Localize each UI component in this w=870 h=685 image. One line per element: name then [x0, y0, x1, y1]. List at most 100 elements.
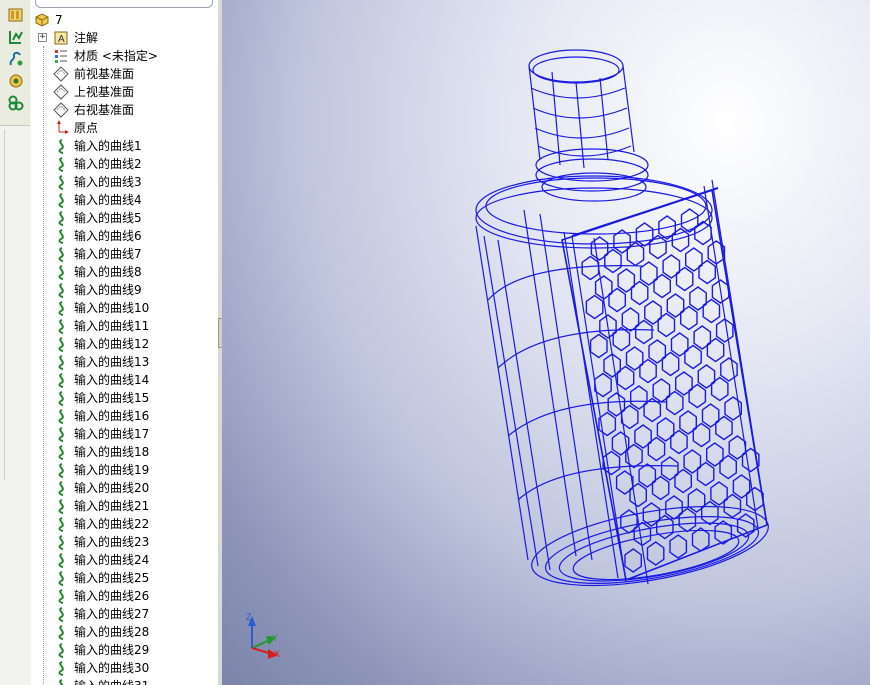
- honeycomb-cell: [698, 259, 716, 285]
- tree-item-label: 输入的曲线31: [74, 678, 149, 685]
- tree-item-label: 上视基准面: [74, 85, 135, 99]
- curve-icon: [58, 247, 64, 262]
- honeycomb-cell: [701, 500, 719, 526]
- shoulder-inner-rim: [485, 177, 707, 235]
- tree-item-33[interactable]: 输入的曲线27: [31, 605, 218, 623]
- tree-root-part[interactable]: 7: [31, 11, 218, 29]
- honeycomb-cell: [723, 493, 742, 519]
- origin-icon: [57, 120, 69, 134]
- curve-icon: [58, 427, 64, 442]
- tree-item-30[interactable]: 输入的曲线24: [31, 551, 218, 569]
- expand-toggle-icon[interactable]: +: [38, 33, 47, 42]
- feature-manager-icon[interactable]: [7, 6, 25, 24]
- display-manager-icon[interactable]: [7, 94, 25, 112]
- tree-item-label: 输入的曲线16: [74, 409, 150, 423]
- honeycomb-cell: [675, 266, 694, 292]
- tree-item-34[interactable]: 输入的曲线28: [31, 623, 218, 641]
- tree-item-label: 输入的曲线9: [74, 283, 142, 297]
- collar-bottom-rim: [535, 158, 649, 192]
- curve-icon: [58, 337, 64, 352]
- honeycomb-cell: [594, 372, 612, 398]
- honeycomb-cell: [639, 358, 657, 384]
- tree-item-2[interactable]: 材质 <未指定>: [31, 47, 218, 65]
- tree-item-10[interactable]: 输入的曲线4: [31, 191, 218, 209]
- tree-item-label: 输入的曲线11: [74, 319, 150, 333]
- body-left-edge: [475, 225, 551, 571]
- tree-item-label: 输入的曲线27: [74, 607, 150, 621]
- tree-filter-box[interactable]: [35, 0, 213, 8]
- tree-item-27[interactable]: 输入的曲线21: [31, 497, 218, 515]
- tree-item-16[interactable]: 输入的曲线10: [31, 299, 218, 317]
- honeycomb-cell: [669, 534, 688, 559]
- tree-item-26[interactable]: 输入的曲线20: [31, 479, 218, 497]
- tree-item-4[interactable]: 上视基准面: [31, 83, 218, 101]
- tree-item-18[interactable]: 输入的曲线12: [31, 335, 218, 353]
- tree-item-24[interactable]: 输入的曲线18: [31, 443, 218, 461]
- tree-item-28[interactable]: 输入的曲线22: [31, 515, 218, 533]
- tree-item-15[interactable]: 输入的曲线9: [31, 281, 218, 299]
- triad-y-label: Y: [272, 633, 278, 643]
- tree-item-label: 输入的曲线22: [74, 517, 150, 531]
- tree-item-12[interactable]: 输入的曲线6: [31, 227, 218, 245]
- tree-item-6[interactable]: 原点: [31, 119, 218, 137]
- tree-item-label: 输入的曲线3: [74, 175, 142, 189]
- tree-item-31[interactable]: 输入的曲线25: [31, 569, 218, 587]
- tree-item-21[interactable]: 输入的曲线15: [31, 389, 218, 407]
- property-manager-icon[interactable]: [7, 28, 25, 46]
- tree-item-7[interactable]: 输入的曲线1: [31, 137, 218, 155]
- tree-item-22[interactable]: 输入的曲线16: [31, 407, 218, 425]
- svg-text:A: A: [58, 34, 65, 45]
- tree-item-25[interactable]: 输入的曲线19: [31, 461, 218, 479]
- curve-icon: [58, 229, 64, 244]
- tree-item-13[interactable]: 输入的曲线7: [31, 245, 218, 263]
- tree-item-17[interactable]: 输入的曲线11: [31, 317, 218, 335]
- base-rim-2: [544, 516, 760, 584]
- tree-item-20[interactable]: 输入的曲线14: [31, 371, 218, 389]
- tree-item-11[interactable]: 输入的曲线5: [31, 209, 218, 227]
- curve-icon: [58, 319, 64, 334]
- tree-item-3[interactable]: 前视基准面: [31, 65, 218, 83]
- tree-item-36[interactable]: 输入的曲线30: [31, 659, 218, 677]
- neck-top-rim: [528, 49, 624, 83]
- tree-item-5[interactable]: 右视基准面: [31, 101, 218, 119]
- honeycomb-cell: [661, 351, 680, 377]
- tree-item-1[interactable]: + A 注解: [31, 29, 218, 47]
- tree-item-label: 输入的曲线21: [74, 499, 150, 513]
- bottle-wireframe-model: Z Y X: [246, 49, 769, 659]
- graphics-viewport[interactable]: Z Y X: [222, 0, 870, 685]
- honeycomb-cell: [653, 273, 671, 299]
- honeycomb-cell: [720, 357, 738, 382]
- dimxpert-icon[interactable]: [7, 72, 25, 90]
- curve-icon: [58, 643, 64, 658]
- tree-item-29[interactable]: 输入的曲线23: [31, 533, 218, 551]
- tree-item-14[interactable]: 输入的曲线8: [31, 263, 218, 281]
- tree-item-label: 右视基准面: [74, 103, 135, 117]
- tree-item-35[interactable]: 输入的曲线29: [31, 641, 218, 659]
- tree-item-label: 输入的曲线18: [74, 445, 150, 459]
- tree-item-37[interactable]: 输入的曲线31: [31, 677, 218, 685]
- honeycomb-cell: [702, 298, 721, 324]
- curve-icon: [58, 265, 64, 280]
- lattice-panel-top-band: [571, 187, 719, 237]
- tree-item-label: 输入的曲线26: [74, 589, 150, 603]
- curve-icon: [58, 283, 64, 298]
- curve-icon: [58, 463, 64, 478]
- tree-item-19[interactable]: 输入的曲线13: [31, 353, 218, 371]
- tree-item-label: 输入的曲线1: [74, 139, 142, 153]
- curve-icon: [58, 355, 64, 370]
- configuration-manager-icon[interactable]: [7, 50, 25, 68]
- tree-item-23[interactable]: 输入的曲线17: [31, 425, 218, 443]
- curve-icon: [58, 211, 64, 226]
- tree-item-9[interactable]: 输入的曲线3: [31, 173, 218, 191]
- honeycomb-cell: [678, 507, 697, 533]
- curve-icon: [58, 175, 64, 190]
- curve-icon: [58, 571, 64, 586]
- honeycomb-cell: [620, 404, 639, 430]
- wireframe-lines: [475, 49, 769, 587]
- tree-item-8[interactable]: 输入的曲线2: [31, 155, 218, 173]
- honeycomb-cell: [604, 248, 622, 274]
- curve-icon: [58, 607, 64, 622]
- honeycomb-cell: [585, 294, 604, 320]
- tree-item-label: 输入的曲线8: [74, 265, 142, 279]
- tree-item-32[interactable]: 输入的曲线26: [31, 587, 218, 605]
